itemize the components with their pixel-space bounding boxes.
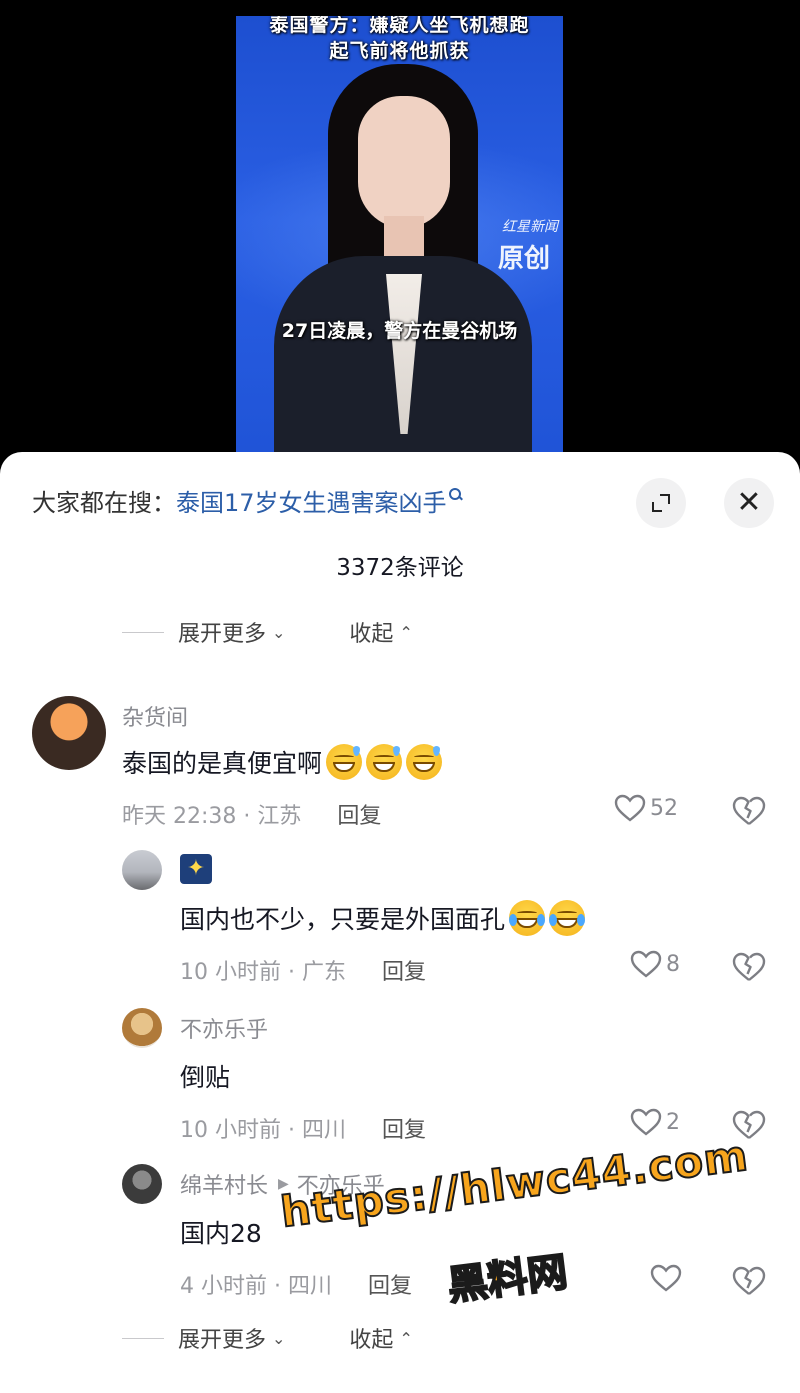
divider — [122, 631, 164, 633]
like-button[interactable] — [650, 1264, 686, 1292]
collapse-label: 收起 — [349, 622, 394, 647]
like-button[interactable]: 2 — [630, 1108, 680, 1136]
trending-search-prefix: 大家都在搜： — [32, 488, 176, 517]
news-anchor-face — [358, 96, 450, 228]
broken-heart-icon[interactable] — [732, 952, 766, 982]
reply-button[interactable]: 回复 — [337, 798, 381, 830]
close-icon: ✕ — [736, 485, 762, 520]
expand-more-label: 展开更多 — [178, 622, 267, 647]
comment-username[interactable]: 不亦乐乎 — [180, 1012, 268, 1044]
comment-text: 倒贴 — [180, 1058, 230, 1094]
comment-body: 倒贴 — [180, 1063, 231, 1092]
reply-button[interactable]: 回复 — [382, 954, 426, 986]
like-count: 2 — [666, 1109, 680, 1135]
comment-meta: 4 小时前 · 四川 回复 — [180, 1268, 412, 1300]
comment-username[interactable]: ✦ — [180, 854, 212, 884]
comment-meta: 昨天 22:38 · 江苏 回复 — [122, 798, 381, 830]
reply-button[interactable]: 回复 — [382, 1112, 426, 1144]
comment-time-location: 10 小时前 · 四川 — [180, 1118, 346, 1143]
close-comments-button[interactable]: ✕ — [724, 478, 774, 528]
chevron-up-icon: ⌃ — [399, 622, 413, 642]
collapse-label: 收起 — [349, 1328, 394, 1353]
expand-icon — [652, 494, 670, 512]
sweat-smile-emoji-icon — [406, 744, 443, 780]
heart-icon — [650, 1264, 682, 1292]
comment-time-location: 昨天 22:38 · 江苏 — [122, 804, 302, 829]
comment-body: 国内也不少，只要是外国面孔 — [180, 905, 506, 934]
reply-expand-row: 展开更多 ⌄ 收起 ⌃ — [122, 1322, 413, 1354]
video-headline-line2: 起飞前将他抓获 — [329, 40, 470, 62]
comment-sheet: 大家都在搜： 泰国17岁女生遇害案凶手 ✕ 3372条评论 展开更多 ⌄ 收起 … — [0, 452, 800, 1393]
broken-heart-icon[interactable] — [732, 796, 766, 826]
heart-icon — [614, 794, 646, 822]
sweat-smile-emoji-icon — [366, 744, 403, 780]
collapse-button[interactable]: 收起 ⌃ — [349, 616, 412, 648]
news-logo-small: 红星新闻 — [502, 219, 558, 235]
expand-more-button[interactable]: 展开更多 ⌄ — [178, 616, 285, 648]
comment-username-text[interactable]: 绵羊村长 — [180, 1168, 268, 1200]
collapse-button[interactable]: 收起 ⌃ — [349, 1322, 412, 1354]
tears-of-joy-emoji-icon — [549, 900, 586, 936]
chevron-down-icon: ⌄ — [272, 1328, 286, 1348]
divider — [122, 1337, 164, 1339]
comment-text: 国内28 — [180, 1214, 262, 1250]
trending-search[interactable]: 大家都在搜： 泰国17岁女生遇害案凶手 — [32, 478, 592, 522]
video-headline-line1: 泰国警方：嫌疑人坐飞机想跑 — [269, 16, 530, 36]
video-frame: 泰国警方：嫌疑人坐飞机想跑 起飞前将他抓获 红星新闻 原创 27日凌晨，警方在曼… — [236, 16, 563, 470]
like-count: 8 — [666, 951, 680, 977]
news-logo-original: 原创 — [498, 244, 551, 274]
like-count: 52 — [650, 795, 678, 821]
comment-count: 3372条评论 — [336, 555, 464, 581]
search-icon — [448, 488, 463, 502]
video-subtitle: 27日凌晨，警方在曼谷机场 — [281, 320, 518, 342]
sweat-smile-emoji-icon — [326, 744, 363, 780]
video-player[interactable]: 泰国警方：嫌疑人坐飞机想跑 起飞前将他抓获 红星新闻 原创 27日凌晨，警方在曼… — [0, 0, 800, 470]
broken-heart-icon[interactable] — [732, 1266, 766, 1296]
expand-sheet-button[interactable] — [636, 478, 686, 528]
comment-text: 泰国的是真便宜啊 — [122, 744, 443, 780]
trending-search-term[interactable]: 泰国17岁女生遇害案凶手 — [176, 483, 447, 518]
avatar[interactable] — [122, 1164, 162, 1204]
expand-more-label: 展开更多 — [178, 1328, 267, 1353]
comment-time-location: 4 小时前 · 四川 — [180, 1274, 332, 1299]
sparkle-icon: ✦ — [180, 854, 212, 884]
comment-meta: 10 小时前 · 四川 回复 — [180, 1112, 426, 1144]
comment-body: 泰国的是真便宜啊 — [122, 749, 323, 778]
avatar[interactable] — [32, 696, 106, 770]
chevron-up-icon: ⌃ — [399, 1328, 413, 1348]
avatar[interactable] — [122, 1008, 162, 1048]
like-button[interactable]: 8 — [630, 950, 680, 978]
avatar[interactable] — [122, 850, 162, 890]
chevron-down-icon: ⌄ — [272, 622, 286, 642]
comment-time-location: 10 小时前 · 广东 — [180, 960, 346, 985]
heart-icon — [630, 1108, 662, 1136]
reply-button[interactable]: 回复 — [368, 1268, 412, 1300]
like-button[interactable]: 52 — [614, 794, 678, 822]
comment-body: 国内28 — [180, 1219, 262, 1248]
comment-username[interactable]: 杂货间 — [122, 700, 188, 732]
reply-expand-row: 展开更多 ⌄ 收起 ⌃ — [122, 616, 413, 648]
tears-of-joy-emoji-icon — [509, 900, 546, 936]
expand-more-button[interactable]: 展开更多 ⌄ — [178, 1322, 285, 1354]
heart-icon — [630, 950, 662, 978]
comment-meta: 10 小时前 · 广东 回复 — [180, 954, 426, 986]
comment-text: 国内也不少，只要是外国面孔 — [180, 900, 586, 936]
